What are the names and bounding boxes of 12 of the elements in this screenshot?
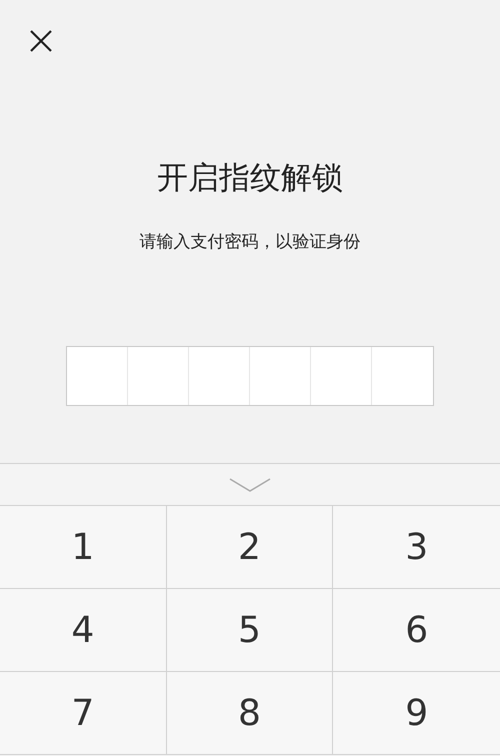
chevron-down-icon	[229, 478, 271, 492]
close-icon	[28, 28, 54, 54]
digit-key[interactable]: 2	[166, 506, 334, 589]
digit-key[interactable]: 1	[0, 506, 167, 589]
digit-key[interactable]: 8	[166, 672, 334, 755]
digit-key[interactable]: 5	[166, 589, 334, 672]
digit-key[interactable]: 7	[0, 672, 167, 755]
password-field[interactable]	[66, 346, 434, 406]
close-button[interactable]	[28, 28, 54, 54]
digit-key[interactable]: 4	[0, 589, 167, 672]
instruction-text: 请输入支付密码，以验证身份	[138, 231, 362, 254]
page-title: 开启指纹解锁	[156, 159, 344, 198]
